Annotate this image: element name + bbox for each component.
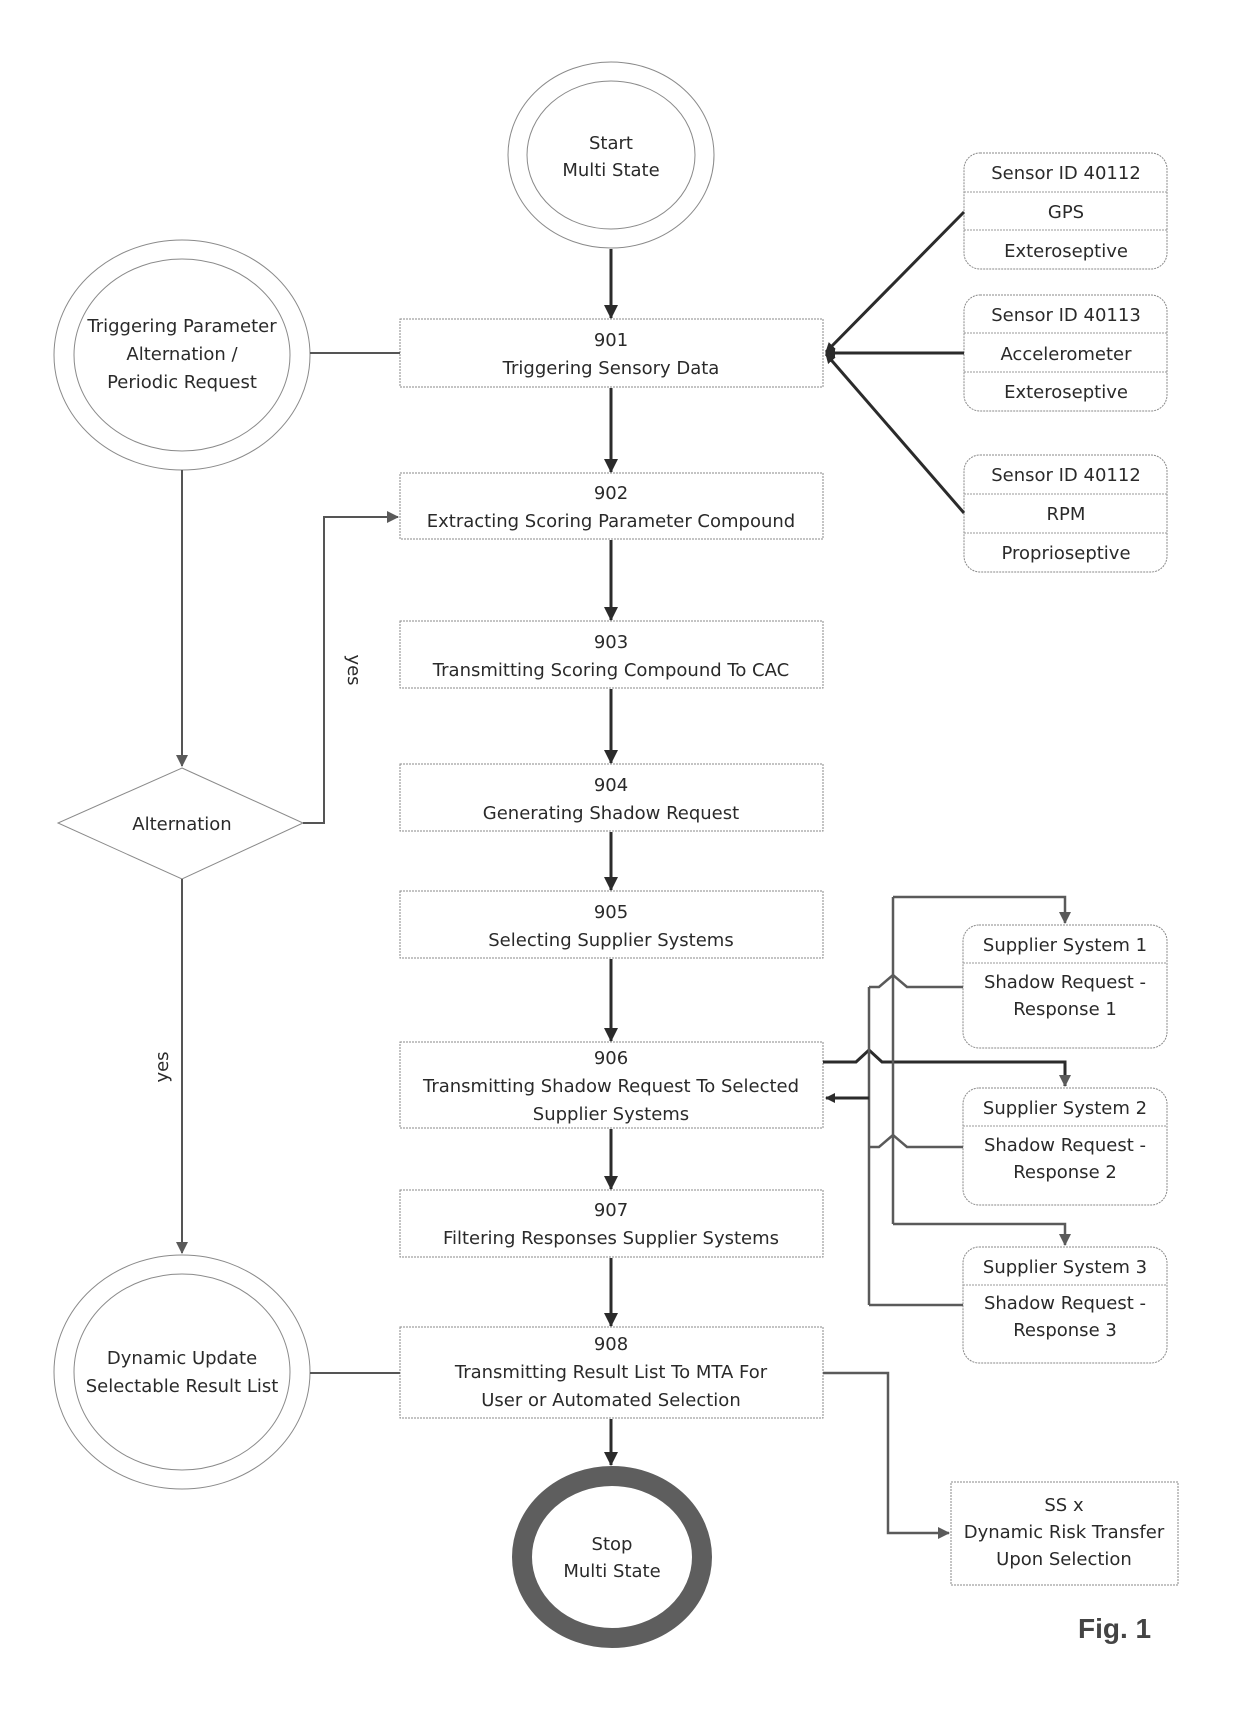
step-904: 904 Generating Shadow Request xyxy=(399,763,824,832)
trigger-label-line3: Periodic Request xyxy=(107,372,257,393)
stop-label-line2: Multi State xyxy=(563,1561,660,1582)
flowchart: Start Multi State 901 Triggering Sensory… xyxy=(53,61,1179,1648)
yes-label-upper: yes xyxy=(343,654,364,685)
sensor-1-category: Exteroseptive xyxy=(1004,241,1128,262)
sensor-2-type: Accelerometer xyxy=(1000,344,1132,365)
dynamic-update-node: Dynamic Update Selectable Result List xyxy=(53,1254,311,1490)
sensor-card-2: Sensor ID 40113 Accelerometer Exterosept… xyxy=(963,294,1168,412)
arrow-908-to-risk-transfer xyxy=(823,1371,950,1539)
step-902-label: Extracting Scoring Parameter Compound xyxy=(427,511,795,532)
step-905: 905 Selecting Supplier Systems xyxy=(399,890,824,959)
sensor-1-id: Sensor ID 40112 xyxy=(991,163,1141,184)
supplier-1-line2: Response 1 xyxy=(1013,999,1117,1020)
sensor-card-1: Sensor ID 40112 GPS Exteroseptive xyxy=(963,152,1168,270)
step-902: 902 Extracting Scoring Parameter Compoun… xyxy=(399,472,824,540)
supplier-3-line2: Response 3 xyxy=(1013,1320,1117,1341)
step-901: 901 Triggering Sensory Data xyxy=(399,318,824,388)
stop-node: Stop Multi State xyxy=(512,1466,712,1648)
trigger-label-line1: Triggering Parameter xyxy=(86,316,277,337)
sensor-3-type: RPM xyxy=(1047,504,1086,525)
trigger-label-line2: Alternation / xyxy=(126,344,238,365)
sensor-1-type: GPS xyxy=(1048,202,1084,223)
step-907-number: 907 xyxy=(594,1200,628,1221)
step-908-label-line1: Transmitting Result List To MTA For xyxy=(454,1362,768,1383)
arrow-sensor-3-to-901 xyxy=(824,353,966,514)
arrow-sensor-1-to-901 xyxy=(824,210,966,354)
risk-transfer-box: SS x Dynamic Risk Transfer Upon Selectio… xyxy=(950,1481,1179,1586)
risk-transfer-line1: SS x xyxy=(1044,1495,1084,1516)
sensor-2-category: Exteroseptive xyxy=(1004,382,1128,403)
supplier-2-line1: Shadow Request - xyxy=(984,1135,1146,1156)
step-906-label-line1: Transmitting Shadow Request To Selected xyxy=(422,1076,799,1097)
step-908-number: 908 xyxy=(594,1334,628,1355)
stop-label-line1: Stop xyxy=(592,1534,633,1555)
arrow-906-to-supplier-2 xyxy=(823,1047,1071,1087)
step-908: 908 Transmitting Result List To MTA For … xyxy=(399,1326,824,1419)
step-906-number: 906 xyxy=(594,1048,628,1069)
supplier-card-2: Supplier System 2 Shadow Request - Respo… xyxy=(962,1087,1168,1206)
step-907: 907 Filtering Responses Supplier Systems xyxy=(399,1189,824,1258)
step-908-label-line2: User or Automated Selection xyxy=(481,1390,740,1411)
response-line-1 xyxy=(869,973,963,989)
arrow-to-supplier-3 xyxy=(893,1222,1071,1246)
alternation-decision: Alternation xyxy=(56,767,305,880)
step-901-number: 901 xyxy=(594,330,628,351)
step-905-number: 905 xyxy=(594,902,628,923)
supplier-1-name: Supplier System 1 xyxy=(983,935,1147,956)
supplier-1-line1: Shadow Request - xyxy=(984,972,1146,993)
risk-transfer-line2: Dynamic Risk Transfer xyxy=(964,1522,1165,1543)
risk-transfer-line3: Upon Selection xyxy=(996,1549,1132,1570)
response-line-2 xyxy=(869,1133,963,1149)
supplier-2-line2: Response 2 xyxy=(1013,1162,1117,1183)
start-label-line1: Start xyxy=(589,133,633,154)
start-label-line2: Multi State xyxy=(562,160,659,181)
step-904-label: Generating Shadow Request xyxy=(483,803,739,824)
supplier-3-name: Supplier System 3 xyxy=(983,1257,1147,1278)
step-906-label-line2: Supplier Systems xyxy=(533,1104,689,1125)
step-904-number: 904 xyxy=(594,775,628,796)
arrow-to-supplier-1 xyxy=(893,895,1071,924)
response-return-bus xyxy=(825,973,963,1307)
supplier-3-line1: Shadow Request - xyxy=(984,1293,1146,1314)
step-905-label: Selecting Supplier Systems xyxy=(488,930,733,951)
update-label-line1: Dynamic Update xyxy=(107,1348,257,1369)
step-903-number: 903 xyxy=(594,632,628,653)
step-907-label: Filtering Responses Supplier Systems xyxy=(443,1228,779,1249)
start-node: Start Multi State xyxy=(507,61,715,249)
step-902-number: 902 xyxy=(594,483,628,504)
step-903: 903 Transmitting Scoring Compound To CAC xyxy=(399,620,824,689)
step-906: 906 Transmitting Shadow Request To Selec… xyxy=(399,1041,824,1129)
yes-label-lower: yes xyxy=(152,1051,173,1082)
figure-label: Fig. 1 xyxy=(1078,1613,1151,1644)
decision-label: Alternation xyxy=(132,814,231,835)
sensor-3-category: Proprioseptive xyxy=(1001,543,1130,564)
sensor-3-id: Sensor ID 40112 xyxy=(991,465,1141,486)
update-label-line2: Selectable Result List xyxy=(86,1376,279,1397)
step-901-label: Triggering Sensory Data xyxy=(502,358,720,379)
triggering-parameter-node: Triggering Parameter Alternation / Perio… xyxy=(53,239,311,471)
supplier-2-name: Supplier System 2 xyxy=(983,1098,1147,1119)
supplier-card-3: Supplier System 3 Shadow Request - Respo… xyxy=(962,1246,1168,1364)
sensor-2-id: Sensor ID 40113 xyxy=(991,305,1141,326)
step-903-label: Transmitting Scoring Compound To CAC xyxy=(432,660,789,681)
sensor-card-3: Sensor ID 40112 RPM Proprioseptive xyxy=(963,454,1168,573)
supplier-card-1: Supplier System 1 Shadow Request - Respo… xyxy=(962,924,1168,1049)
